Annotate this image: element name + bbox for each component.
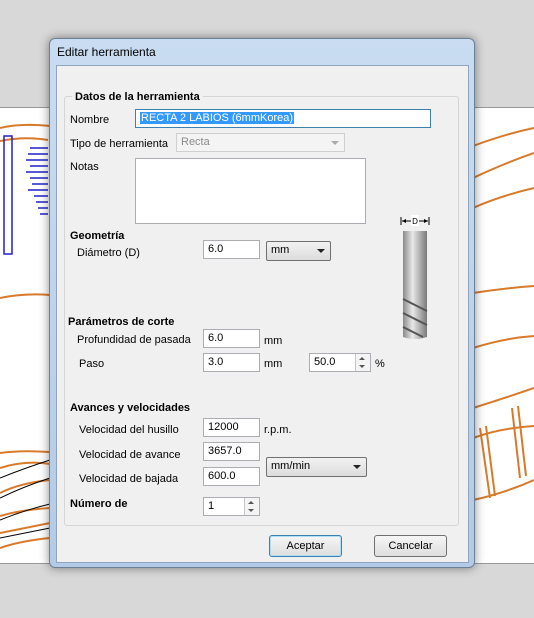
spindle-input[interactable]: 12000 [203, 418, 260, 437]
spindle-unit: r.p.m. [264, 424, 292, 436]
diameter-unit-value: mm [271, 244, 290, 256]
chevron-down-icon [331, 141, 339, 145]
stepover-input[interactable]: 3.0 [203, 353, 260, 372]
teeth-spinner[interactable] [244, 498, 259, 515]
spin-down-icon[interactable] [359, 365, 365, 368]
name-value: RECTA 2 LABIOS (6mmKorea) [140, 112, 295, 124]
dialog-title: Editar herramienta [57, 45, 156, 59]
pass-depth-unit: mm [264, 335, 283, 347]
notes-textarea[interactable] [135, 158, 366, 224]
tool-type-label: Tipo de herramienta [70, 138, 169, 150]
percent-sign: % [375, 358, 385, 370]
stepover-label: Paso [79, 358, 105, 370]
diameter-unit-select[interactable]: mm [266, 241, 331, 261]
edit-tool-dialog: Editar herramienta Datos de la herramien… [49, 38, 475, 568]
stepover-percent-input[interactable]: 50.0 [309, 353, 371, 372]
rate-unit-value: mm/min [271, 460, 311, 472]
plunge-label: Velocidad de bajada [79, 473, 179, 485]
chevron-down-icon [353, 465, 361, 469]
pass-depth-input[interactable]: 6.0 [203, 329, 260, 348]
diameter-input[interactable]: 6.0 [203, 240, 260, 259]
accept-button[interactable]: Aceptar [269, 535, 342, 557]
tool-data-heading: Datos de la herramienta [72, 91, 203, 103]
notes-label: Notas [70, 161, 99, 173]
feed-input[interactable]: 3657.0 [203, 442, 260, 461]
plunge-input[interactable]: 600.0 [203, 467, 260, 486]
stepover-percent-spinner[interactable] [355, 354, 370, 371]
spin-up-icon[interactable] [248, 501, 254, 504]
stepover-percent-value: 50.0 [314, 356, 336, 368]
feeds-heading: Avances y velocidades [70, 402, 191, 414]
cutting-heading: Parámetros de corte [68, 316, 175, 328]
feed-label: Velocidad de avance [79, 449, 181, 461]
end-mill-diagram: D [400, 215, 430, 339]
tool-type-value: Recta [181, 136, 210, 148]
tool-type-select[interactable]: Recta [176, 133, 345, 152]
stepover-unit: mm [264, 358, 283, 370]
pass-depth-label: Profundidad de pasada [77, 334, 191, 346]
teeth-value: 1 [208, 500, 215, 512]
rate-unit-select[interactable]: mm/min [266, 457, 367, 477]
spindle-label: Velocidad del husillo [79, 424, 179, 436]
name-input[interactable]: RECTA 2 LABIOS (6mmKorea) [135, 109, 431, 128]
diameter-label: Diámetro (D) [77, 247, 140, 259]
teeth-heading: Número de [70, 498, 128, 510]
teeth-input[interactable]: 1 [203, 497, 260, 516]
spin-up-icon[interactable] [359, 357, 365, 360]
spin-down-icon[interactable] [248, 509, 254, 512]
dialog-body: Datos de la herramienta Nombre RECTA 2 L… [56, 65, 469, 563]
cancel-button[interactable]: Cancelar [374, 535, 447, 557]
name-label: Nombre [70, 114, 110, 126]
diameter-marker: D [412, 217, 418, 226]
tool-settings-panel: Datos de la herramienta Nombre RECTA 2 L… [64, 91, 459, 526]
chevron-down-icon [317, 249, 325, 253]
geometry-heading: Geometría [70, 230, 125, 242]
